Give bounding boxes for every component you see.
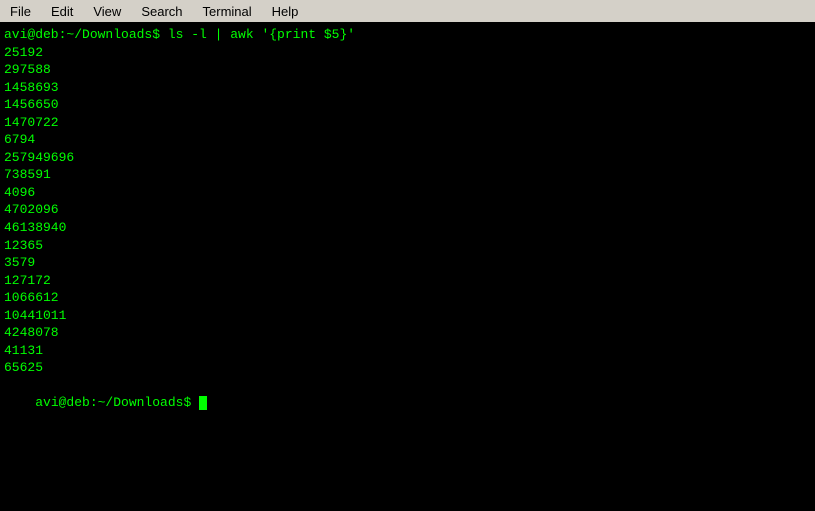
terminal-output-line: 12365 [4,237,811,255]
prompt2-text: avi@deb:~/Downloads$ [35,395,199,410]
terminal-output-line: 10441011 [4,307,811,325]
terminal-output-line: 4702096 [4,201,811,219]
terminal-output-line: 1458693 [4,79,811,97]
terminal-output-line: 25192 [4,44,811,62]
terminal-command-line: avi@deb:~/Downloads$ ls -l | awk '{print… [4,26,811,44]
cursor [199,396,207,410]
terminal-output-line: 6794 [4,131,811,149]
terminal-output-line: 41131 [4,342,811,360]
terminal-output-line: 1456650 [4,96,811,114]
menu-item-view[interactable]: View [87,2,127,21]
terminal-output-line: 4096 [4,184,811,202]
terminal-output-line: 46138940 [4,219,811,237]
menubar: File Edit View Search Terminal Help [0,0,815,22]
terminal-output-line: 1066612 [4,289,811,307]
menu-item-edit[interactable]: Edit [45,2,79,21]
terminal-output-line: 297588 [4,61,811,79]
menu-item-search[interactable]: Search [135,2,188,21]
terminal-output-line: 3579 [4,254,811,272]
menu-item-help[interactable]: Help [266,2,305,21]
terminal-area[interactable]: avi@deb:~/Downloads$ ls -l | awk '{print… [0,22,815,511]
terminal-prompt-line: avi@deb:~/Downloads$ [4,377,811,430]
terminal-output-line: 257949696 [4,149,811,167]
menu-item-file[interactable]: File [4,2,37,21]
menu-item-terminal[interactable]: Terminal [197,2,258,21]
terminal-output-line: 4248078 [4,324,811,342]
terminal-output-line: 1470722 [4,114,811,132]
terminal-output-line: 127172 [4,272,811,290]
terminal-output-line: 65625 [4,359,811,377]
terminal-output-line: 738591 [4,166,811,184]
